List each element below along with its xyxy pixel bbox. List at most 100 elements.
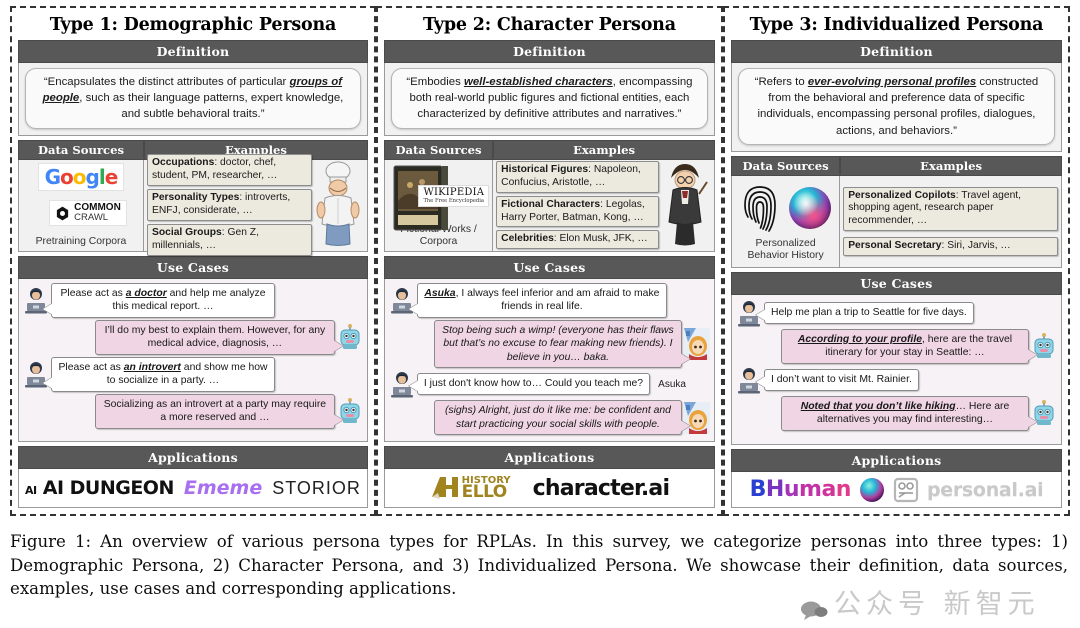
chat-bubble-bot: Socializing as an introvert at a party m… <box>94 393 343 429</box>
use-cases-header: Use Cases <box>383 255 715 279</box>
example-value: : Siri, Jarvis, … <box>941 240 1011 252</box>
fingerprint-icon <box>743 185 776 232</box>
data-sources-caption: Pretraining Corpora <box>35 235 127 247</box>
personal-ai-mark-icon <box>893 477 919 502</box>
definition-pre: “Encapsulates the distinct attributes of… <box>43 76 290 88</box>
example-item: Historical Figures: Napoleon, Confucius,… <box>496 160 659 193</box>
examples-body: Personalized Copilots: Travel agent, sho… <box>840 175 1062 268</box>
chat-bubble-user: I don’t want to visit Mt. Rainier. <box>755 369 919 391</box>
use-cases-body: Please act as a doctor and help me analy… <box>18 278 368 443</box>
panel-title: Type 1: Demographic Persona <box>49 15 337 35</box>
panel-character-persona: Type 2: Character Persona Definition “Em… <box>375 6 723 516</box>
applications-header: Applications <box>18 446 368 470</box>
examples-body: Occupations: doctor, chef, student, PM, … <box>143 154 368 256</box>
use-cases-body: Help me plan a trip to Seattle for five … <box>730 294 1062 446</box>
bot-name-label: Asuka <box>658 378 686 390</box>
chat-row: I don’t want to visit Mt. Rainier. <box>736 366 1057 394</box>
ememe-logo: Ememe <box>183 477 263 500</box>
examples-list: Historical Figures: Napoleon, Confucius,… <box>496 160 659 250</box>
definition-header: Definition <box>730 40 1062 63</box>
definition-header: Definition <box>383 40 715 63</box>
data-sources-body: Google COMMON CRAWL Pretraining Corpora <box>18 159 144 252</box>
figure-panels: Type 1: Demographic Persona Definition “… <box>10 6 1070 516</box>
figure-caption-text: Figure 1: An overview of various persona… <box>10 532 1068 599</box>
bubble-post: Stop being such a wimp! (everyone has th… <box>442 324 674 363</box>
example-item: Social Groups: Gen Z, millennials, … <box>146 223 312 256</box>
chat-row: Please act as a doctor and help me analy… <box>23 282 363 318</box>
example-item: Personality Types: introverts, ENFJ, con… <box>146 189 312 221</box>
book-box-art: WIKIPEDIA The Free Encyclopedia <box>388 163 490 231</box>
examples-column: Examples Personalized Copilots: Travel a… <box>840 155 1062 268</box>
panel-individualized-persona: Type 3: Individualized Persona Definitio… <box>722 6 1070 516</box>
example-label: Personality Types <box>151 192 240 204</box>
bubble-pre: I just don't know how to… Could you teac… <box>423 378 644 390</box>
definition-body: “Encapsulates the distinct attributes of… <box>18 63 368 136</box>
chat-row: (sighs) Alright, just do it like me: be … <box>389 400 710 436</box>
use-cases-header: Use Cases <box>730 271 1062 295</box>
bubble-highlight: a doctor <box>125 287 167 299</box>
chat-row: Help me plan a trip to Seattle for five … <box>736 299 1057 327</box>
app-label: AI DUNGEON <box>42 477 175 500</box>
bubble-pre: I’ll do my best to explain them. However… <box>104 324 326 350</box>
example-label: Historical Figures <box>501 163 589 175</box>
example-item: Personalized Copilots: Travel agent, sho… <box>843 186 1058 232</box>
example-label: Fictional Characters <box>501 198 601 210</box>
examples-body: Historical Figures: Napoleon, Confucius,… <box>493 159 715 252</box>
chat-bubble-user: Please act as a doctor and help me analy… <box>43 282 275 318</box>
bubble-highlight: Noted that you don’t like hiking <box>800 400 956 412</box>
chat-row: Socializing as an introvert at a party m… <box>23 393 363 429</box>
example-item: Celebrities: Elon Musk, JFK, … <box>496 230 659 250</box>
bubble-pre: Help me plan a trip to Seattle for five … <box>770 306 967 318</box>
chat-row: Noted that you don’t like hiking… Here a… <box>736 395 1057 431</box>
example-label: Celebrities <box>501 233 554 245</box>
chef-icon <box>316 161 360 246</box>
character-ai-logo: character.ai <box>532 475 670 501</box>
examples-header: Examples <box>840 155 1062 176</box>
data-sources-body: Personalized Behavior History <box>730 175 841 268</box>
wikipedia-tagline: The Free Encyclopedia <box>423 197 484 204</box>
bubble-highlight: According to your profile <box>797 333 922 345</box>
bubble-pre: Please act as <box>60 287 126 299</box>
chat-bubble-user: Please act as an introvert and show me h… <box>43 356 275 392</box>
data-sources-column: Data Sources WIKIPEDIA The Free Encyclop… <box>383 139 494 252</box>
data-sources-header: Data Sources <box>18 139 144 160</box>
chat-bubble-bot: I’ll do my best to explain them. However… <box>94 319 343 355</box>
example-label: Occupations <box>151 157 215 169</box>
definition-text: “Encapsulates the distinct attributes of… <box>25 68 361 129</box>
data-sources-examples-row: Data Sources WIKIPEDIA The Free Encyclop… <box>383 139 715 252</box>
bubble-post: (sighs) Alright, just do it like me: be … <box>444 405 671 430</box>
data-sources-header: Data Sources <box>383 139 494 160</box>
definition-text: “Refers to ever-evolving personal profil… <box>737 68 1055 145</box>
bubble-pre: Please act as <box>58 361 124 373</box>
definition-pre: “Embodies <box>406 76 464 88</box>
applications-body: HISTORY ELLO character.ai <box>383 469 715 508</box>
definition-header: Definition <box>18 40 368 63</box>
chat-row: I’ll do my best to explain them. However… <box>23 319 363 355</box>
siri-orb-icon <box>859 477 884 502</box>
example-value: : Elon Musk, JFK, … <box>553 233 648 245</box>
panel-title: Type 3: Individualized Persona <box>749 15 1044 35</box>
bubble-pre: I don’t want to visit Mt. Rainier. <box>770 374 912 386</box>
applications-body: BHuman personal.ai <box>730 472 1062 508</box>
examples-list: Personalized Copilots: Travel agent, sho… <box>843 179 1058 264</box>
use-cases-body: Asuka, I always feel inferior and am afr… <box>383 278 715 443</box>
example-item: Fictional Characters: Legolas, Harry Por… <box>496 195 659 228</box>
definition-highlight: ever-evolving personal profiles <box>807 76 977 88</box>
chat-row: Stop being such a wimp! (everyone has th… <box>389 319 710 369</box>
wikipedia-wordmark: WIKIPEDIA <box>423 186 485 198</box>
chat-bubble-bot: Noted that you don’t like hiking… Here a… <box>781 395 1037 431</box>
bubble-highlight: an introvert <box>123 361 181 373</box>
applications-header: Applications <box>730 449 1062 473</box>
examples-list: Occupations: doctor, chef, student, PM, … <box>146 154 312 256</box>
history-hello-logo: HISTORY ELLO <box>430 473 511 503</box>
chat-row: I just don't know how to… Could you teac… <box>389 370 710 398</box>
data-sources-icons <box>739 181 833 235</box>
example-label: Personalized Copilots <box>848 189 956 201</box>
chat-row: According to your profile, here are the … <box>736 328 1057 364</box>
data-sources-examples-row: Data Sources Google COMMON CRAWL Pretrai… <box>18 139 368 256</box>
definition-post: , such as their language patterns, exper… <box>79 92 344 121</box>
definition-highlight: well-established characters <box>463 76 613 88</box>
definition-body: “Refers to ever-evolving personal profil… <box>730 63 1062 152</box>
panel-demographic-persona: Type 1: Demographic Persona Definition “… <box>10 6 376 516</box>
wikipedia-logo: WIKIPEDIA The Free Encyclopedia <box>418 184 490 207</box>
